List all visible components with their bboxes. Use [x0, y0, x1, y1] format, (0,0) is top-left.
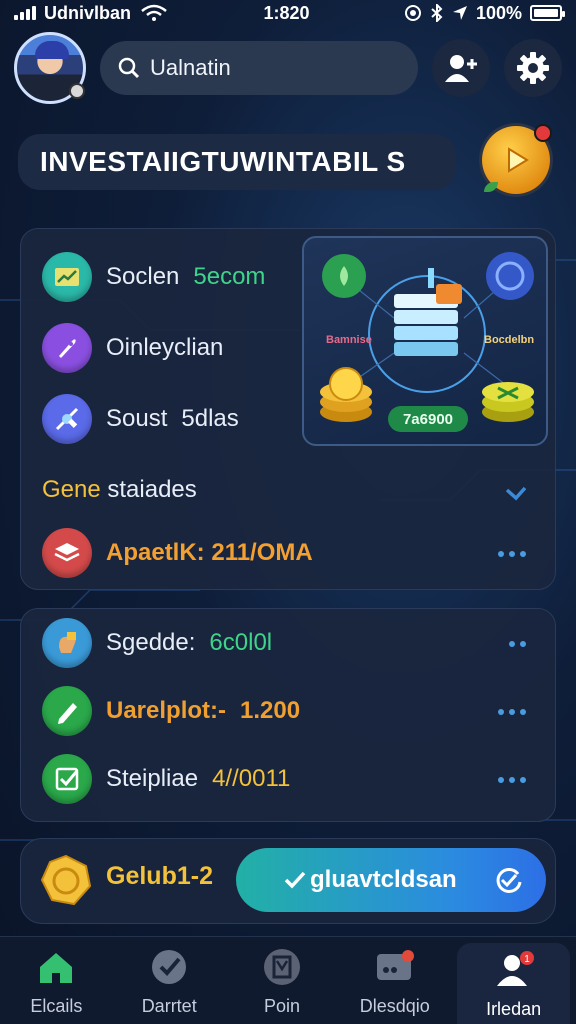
- section-label: staiades: [107, 476, 197, 503]
- svg-text:1: 1: [524, 954, 530, 965]
- list-item[interactable]: Steipliae 4//0011: [42, 754, 290, 804]
- amount-badge: 7a6900: [388, 406, 468, 432]
- more-options-icon[interactable]: [498, 551, 526, 557]
- nav-label: Poin: [263, 996, 300, 1016]
- highlight-label: ApaetlK: 211/OMA: [106, 539, 313, 566]
- alarm-icon: [404, 5, 421, 21]
- confirm-button[interactable]: gluavtcldsan: [236, 848, 546, 912]
- signal-icon: [14, 6, 36, 20]
- message-icon: [372, 944, 418, 990]
- list-item[interactable]: Soclen 5ecom: [42, 252, 265, 302]
- more-options-icon[interactable]: [498, 777, 526, 783]
- nav-label: Irledan: [486, 999, 542, 1019]
- play-icon: [508, 147, 529, 173]
- play-button[interactable]: [482, 124, 552, 194]
- list-item[interactable]: Soust 5dlas: [42, 394, 239, 444]
- location-icon: [452, 6, 467, 20]
- item-label: Oinleyclian: [106, 334, 224, 361]
- rocket-icon: [42, 323, 92, 373]
- checkmark-icon: [42, 754, 92, 804]
- chart-icon: [42, 252, 92, 302]
- coin-stack-icon: [482, 382, 534, 422]
- nav-label: Elcails: [30, 996, 83, 1016]
- notification-dot: [534, 124, 552, 142]
- add-user-button[interactable]: [432, 39, 490, 97]
- page-title: INVESTAIIGTUWINTABIL S: [40, 146, 406, 177]
- globe-icon: [486, 252, 534, 300]
- bottom-nav: Elcails Darrtet Poin Dlesdqio 1 Irledan: [0, 936, 576, 1024]
- nav-item-irledan[interactable]: 1 Irledan: [457, 943, 570, 1024]
- list-item[interactable]: Oinleyclian: [42, 323, 223, 373]
- illustration-label: Bocdelbn: [484, 334, 535, 346]
- nav-item-elcails[interactable]: Elcails: [0, 937, 113, 1024]
- item-value: 5ecom: [193, 263, 266, 290]
- nav-item-poin[interactable]: Poin: [226, 937, 339, 1024]
- search-bar[interactable]: [100, 41, 418, 95]
- item-label: Uarelplot:-: [106, 697, 226, 724]
- section-label-prefix: Gene: [42, 476, 101, 503]
- top-header: [14, 32, 562, 104]
- bluetooth-icon: [431, 4, 443, 22]
- illustration-label: Bamnise: [326, 334, 372, 346]
- confirm-label: gluavtcldsan: [310, 866, 457, 893]
- add-user-icon: [445, 55, 477, 82]
- item-value: 4//0011: [212, 765, 291, 792]
- battery-percent: 100%: [475, 2, 522, 23]
- section-header[interactable]: Gene staiades: [42, 476, 197, 504]
- gear-icon: [517, 52, 549, 84]
- item-value: 5dlas: [181, 405, 239, 432]
- item-label: Soust: [106, 405, 168, 432]
- stack-icon: [42, 528, 92, 578]
- list-item[interactable]: Sgedde: 6c0l0l: [42, 618, 272, 668]
- list-item[interactable]: Uarelplot:- 1.200: [42, 686, 300, 736]
- coin-stack-icon: [320, 367, 372, 422]
- more-options-icon[interactable]: [509, 641, 526, 647]
- satellite-icon: [42, 394, 92, 444]
- portfolio-icon: [259, 944, 305, 990]
- settings-button[interactable]: [504, 39, 562, 97]
- nav-label: Darrtet: [141, 996, 197, 1016]
- nav-label: Dlesdqio: [359, 996, 430, 1016]
- item-label: Steipliae: [106, 765, 199, 792]
- coin-icon: [40, 854, 92, 906]
- check-badge-icon: [146, 944, 192, 990]
- battery-icon: [529, 5, 565, 21]
- nav-item-dlesdqio[interactable]: Dlesdqio: [338, 937, 451, 1024]
- investment-illustration: Bamnise Bocdelbn 7a6900: [302, 236, 548, 446]
- item-label: Sgedde:: [106, 629, 196, 656]
- nav-item-darrtet[interactable]: Darrtet: [113, 937, 226, 1024]
- status-bar: Udnivlban 1:820 100%: [0, 0, 576, 26]
- item-value: 6c0l0l: [209, 629, 273, 656]
- page-title-card: INVESTAIIGTUWINTABIL S: [18, 134, 456, 190]
- avatar[interactable]: [14, 32, 86, 104]
- coin-label: Gelub1-2: [106, 862, 213, 890]
- hand-icon: [42, 618, 92, 668]
- more-options-icon[interactable]: [498, 709, 526, 715]
- chevron-down-icon[interactable]: [504, 484, 528, 502]
- search-input[interactable]: [150, 55, 350, 81]
- pen-icon: [42, 686, 92, 736]
- home-icon: [33, 944, 79, 990]
- clock: 1:820: [263, 2, 310, 23]
- wifi-icon: [141, 4, 167, 21]
- highlight-row[interactable]: ApaetlK: 211/OMA: [42, 528, 313, 578]
- carrier-name: Udnivlban: [44, 2, 132, 23]
- item-label: Soclen: [106, 263, 180, 290]
- checkmark-icon: [284, 871, 306, 889]
- profile-icon: 1: [491, 947, 537, 993]
- search-icon: [118, 57, 140, 79]
- check-circle-icon: [496, 868, 522, 893]
- leaf-icon: [484, 182, 498, 192]
- item-value: 1.200: [240, 697, 301, 724]
